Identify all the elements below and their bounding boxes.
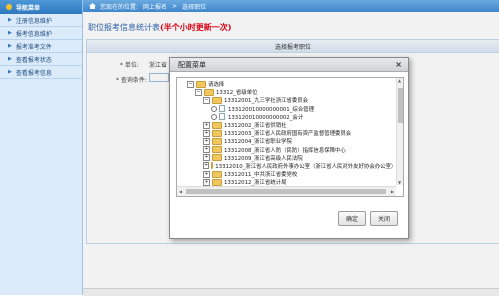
folder-icon xyxy=(212,96,222,104)
document-icon xyxy=(219,113,225,121)
sidebar-item-label: 报考准考文件 xyxy=(15,43,52,51)
tree-node[interactable]: +13312002_浙江省供销社 xyxy=(177,121,395,129)
sidebar-item-label: 查看报考信息 xyxy=(15,69,52,77)
close-icon[interactable]: × xyxy=(395,60,402,69)
home-icon xyxy=(89,3,96,9)
location-bar: 您现在的位置: 网上报名 > 选择职位 xyxy=(83,0,499,12)
breadcrumb-separator: > xyxy=(172,2,178,10)
tree-node-label: 13312001_九三学社浙江省委员会 xyxy=(224,98,309,105)
expand-icon[interactable]: + xyxy=(203,146,210,154)
collapse-icon[interactable]: − xyxy=(203,96,210,104)
folder-icon xyxy=(212,129,222,137)
arrow-right-icon: ▶ xyxy=(8,69,12,75)
sidebar-item-register-info[interactable]: ▶ 注册信息维护 xyxy=(0,14,82,27)
folder-icon xyxy=(212,170,222,178)
sidebar: 导航菜单 ▶ 注册信息维护 ▶ 报考信息维护 ▶ 报考准考文件 ▶ 查看报考状态… xyxy=(0,0,83,295)
expand-icon[interactable]: + xyxy=(203,137,210,145)
vertical-scroll-thumb[interactable] xyxy=(398,88,403,123)
expand-icon[interactable]: + xyxy=(203,178,210,186)
arrow-right-icon: ▶ xyxy=(8,17,12,23)
folder-icon xyxy=(204,88,214,96)
sidebar-item-label: 注册信息维护 xyxy=(15,17,52,25)
tree-node-label: 13312011_中共浙江省委党校 xyxy=(224,172,298,179)
arrow-right-icon: ▶ xyxy=(8,30,12,36)
close-button[interactable]: 关闭 xyxy=(370,211,398,226)
expand-icon[interactable]: + xyxy=(203,121,210,129)
tree-node-label: 13312_省级单位 xyxy=(216,90,258,97)
expand-icon[interactable]: + xyxy=(203,154,210,162)
navigation-icon xyxy=(6,4,12,10)
tree-node-label: 13312003_浙江省人民政府国有资产监督管理委员会 xyxy=(224,131,352,138)
tree-node[interactable]: 133120010000000001_综合管理 xyxy=(177,105,395,113)
tree-node-label: 133120010000000002_会计 xyxy=(228,114,304,121)
sidebar-item-exam-docs[interactable]: ▶ 报考准考文件 xyxy=(0,40,82,53)
tree-node-label: 13312008_浙江省人防（民防）指挥信息保障中心 xyxy=(224,147,346,154)
folder-icon xyxy=(212,154,222,162)
tree-node[interactable]: 133120010000000002_会计 xyxy=(177,113,395,121)
confirm-button[interactable]: 确定 xyxy=(338,211,366,226)
tree-node[interactable]: +13312011_中共浙江省委党校 xyxy=(177,170,395,178)
tree-node[interactable]: +13312009_浙江省高级人民法院 xyxy=(177,154,395,162)
arrow-right-icon: ▶ xyxy=(8,43,12,49)
scroll-right-icon[interactable]: ▶ xyxy=(391,189,394,194)
tree-node-label: 13312004_浙江省职业学院 xyxy=(224,139,292,146)
expand-icon[interactable]: + xyxy=(203,129,210,137)
tree-vertical-scrollbar[interactable]: ▲ ▼ xyxy=(396,78,403,185)
sidebar-item-label: 查看报考状态 xyxy=(15,56,52,64)
location-label: 您现在的位置: xyxy=(100,3,139,11)
sidebar-item-view-apply[interactable]: ▶ 查看报考信息 xyxy=(0,66,82,79)
folder-icon xyxy=(212,146,222,154)
scroll-down-icon[interactable]: ▼ xyxy=(398,180,401,185)
config-menu-dialog: 配置菜单 × − 请选择 −13312_省级单位 −13312001_九三学社浙江省委… xyxy=(169,57,409,239)
tree-container: − 请选择 −13312_省级单位 −13312001_九三学社浙江省委员会 13312… xyxy=(176,77,404,197)
tree-node[interactable]: +13312004_浙江省职业学院 xyxy=(177,137,395,145)
folder-icon xyxy=(212,178,222,186)
document-icon xyxy=(219,105,225,113)
tree-node-label: 13312009_浙江省高级人民法院 xyxy=(224,155,303,162)
tree-node[interactable]: − 13312001_九三学社浙江省委员会 xyxy=(177,96,395,104)
dialog-title: 配置菜单 xyxy=(178,60,206,69)
sidebar-header-label: 导航菜单 xyxy=(16,4,41,12)
folder-icon xyxy=(211,162,214,170)
tree-horizontal-scrollbar[interactable]: ◀ ▶ xyxy=(177,186,396,196)
tree-node[interactable]: − 13312_省级单位 xyxy=(177,88,395,96)
sidebar-header: 导航菜单 xyxy=(0,0,82,14)
expand-icon[interactable]: + xyxy=(203,162,210,170)
tree-node[interactable]: +13312008_浙江省人防（民防）指挥信息保障中心 xyxy=(177,146,395,154)
dialog-titlebar: 配置菜单 × xyxy=(170,58,408,72)
expand-icon[interactable]: + xyxy=(203,170,210,178)
sidebar-item-apply-status[interactable]: ▶ 查看报考状态 xyxy=(0,53,82,66)
horizontal-scroll-thumb[interactable] xyxy=(186,189,386,194)
folder-icon xyxy=(212,121,222,129)
folder-icon xyxy=(212,137,222,145)
scroll-up-icon[interactable]: ▲ xyxy=(398,78,401,83)
tree-node-label: 13312002_浙江省供销社 xyxy=(224,123,287,130)
unit-tree: − 请选择 −13312_省级单位 −13312001_九三学社浙江省委员会 13312… xyxy=(177,78,397,195)
breadcrumb-select-position: 选择职位 xyxy=(182,3,207,11)
folder-icon xyxy=(196,80,206,88)
collapse-icon[interactable]: − xyxy=(187,80,194,88)
radio-button[interactable] xyxy=(211,113,217,120)
tree-node-label: 请选择 xyxy=(208,82,225,89)
tree-node[interactable]: +13312003_浙江省人民政府国有资产监督管理委员会 xyxy=(177,129,395,137)
tree-node-label: 13312010_浙江省人民政府外事办公室（浙江省人民对外友好协会办公室） xyxy=(215,163,397,170)
sidebar-item-apply-info[interactable]: ▶ 报考信息维护 xyxy=(0,27,82,40)
tree-node[interactable]: − 请选择 xyxy=(177,80,395,88)
breadcrumb-online-apply[interactable]: 网上报名 xyxy=(143,2,167,11)
sidebar-item-label: 报考信息维护 xyxy=(15,30,52,38)
tree-node-label: 133120010000000001_综合管理 xyxy=(228,106,314,113)
tree-node[interactable]: +13312010_浙江省人民政府外事办公室（浙江省人民对外友好协会办公室） xyxy=(177,162,397,170)
arrow-right-icon: ▶ xyxy=(8,56,12,62)
scroll-left-icon[interactable]: ◀ xyxy=(179,189,182,194)
radio-button[interactable] xyxy=(211,105,217,112)
collapse-icon[interactable]: − xyxy=(195,88,202,96)
